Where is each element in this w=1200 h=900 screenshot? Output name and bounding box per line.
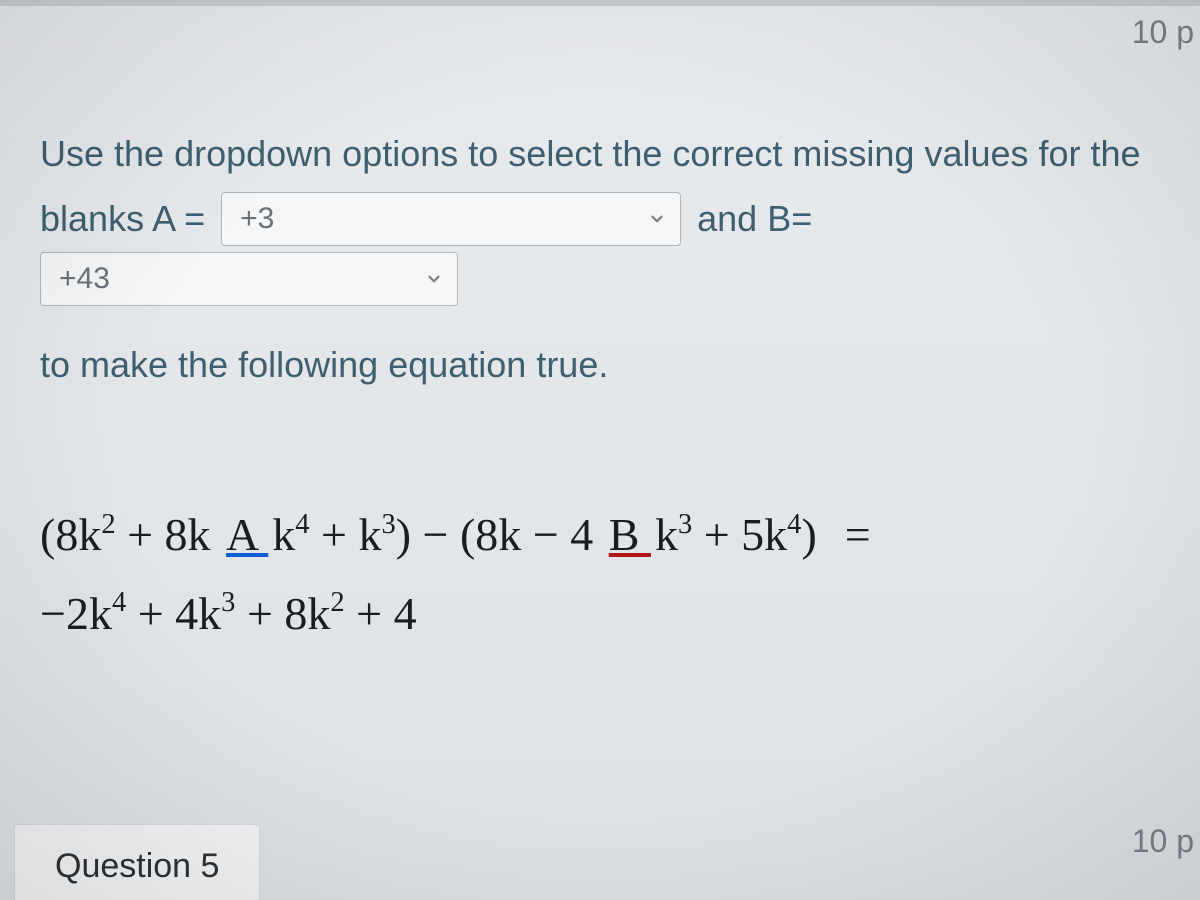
followup-text: to make the following equation true. bbox=[40, 344, 1160, 386]
dropdown-a[interactable]: +3 bbox=[221, 192, 681, 246]
points-label-top: 10 p bbox=[1132, 14, 1194, 51]
eq-sup: 2 bbox=[330, 587, 344, 618]
dropdown-b-value: +43 bbox=[59, 262, 425, 296]
eq-var-k: k bbox=[764, 509, 787, 560]
eq-sup: 2 bbox=[101, 509, 115, 540]
eq-sup: 4 bbox=[295, 509, 309, 540]
eq-var-k: k bbox=[307, 588, 330, 639]
equation-block: (8k2 + 8k A k4 + k3) − (8k − 4 B k3 + 5k… bbox=[40, 496, 1160, 652]
eq-sup: 3 bbox=[381, 509, 395, 540]
eq-sup: 4 bbox=[787, 509, 801, 540]
and-b-text: and B= bbox=[687, 198, 822, 240]
points-label-bottom: 10 p bbox=[1132, 823, 1194, 860]
chevron-down-icon bbox=[648, 210, 666, 228]
chevron-down-icon bbox=[425, 270, 443, 288]
blank-a-placeholder: A bbox=[222, 509, 272, 560]
equation-line-2: −2k4 + 4k3 + 8k2 + 4 bbox=[40, 575, 1160, 653]
eq-text: + 5 bbox=[692, 509, 764, 560]
eq-text: ) bbox=[801, 509, 816, 560]
eq-text: + 8 bbox=[235, 588, 307, 639]
dropdown-a-value: +3 bbox=[240, 202, 648, 236]
eq-equals: = bbox=[845, 509, 871, 560]
eq-var-k: k bbox=[198, 588, 221, 639]
eq-sup: 3 bbox=[221, 587, 235, 618]
eq-text: + bbox=[310, 509, 359, 560]
eq-var-k: k bbox=[655, 509, 678, 560]
eq-var-k: k bbox=[78, 509, 101, 560]
next-question-header: Question 5 bbox=[14, 824, 260, 900]
equation-line-1: (8k2 + 8k A k4 + k3) − (8k − 4 B k3 + 5k… bbox=[40, 496, 1160, 574]
eq-var-k: k bbox=[89, 588, 112, 639]
eq-sup: 4 bbox=[112, 587, 126, 618]
eq-var-k: k bbox=[498, 509, 521, 560]
eq-sup: 3 bbox=[678, 509, 692, 540]
eq-text: ) − (8 bbox=[396, 509, 499, 560]
blanks-line: blanks A = +3 and B= +43 bbox=[40, 192, 1160, 306]
dropdown-b[interactable]: +43 bbox=[40, 252, 458, 306]
eq-var-k: k bbox=[358, 509, 381, 560]
eq-text: + 4 bbox=[345, 588, 417, 639]
eq-text: −2 bbox=[40, 588, 89, 639]
next-question-label: Question 5 bbox=[55, 847, 219, 886]
quiz-page: 10 p Use the dropdown options to select … bbox=[0, 0, 1200, 900]
eq-text: + 4 bbox=[126, 588, 198, 639]
question-body: Use the dropdown options to select the c… bbox=[0, 0, 1200, 693]
eq-text: − 4 bbox=[521, 509, 604, 560]
eq-text: + 8k bbox=[116, 509, 222, 560]
instruction-text-line1: Use the dropdown options to select the c… bbox=[40, 120, 1160, 188]
blank-b-placeholder: B bbox=[605, 509, 655, 560]
eq-var-k: k bbox=[272, 509, 295, 560]
blanks-prefix-text: blanks A = bbox=[40, 198, 215, 240]
eq-text: (8 bbox=[40, 509, 78, 560]
top-edge-decorative bbox=[0, 0, 1200, 6]
